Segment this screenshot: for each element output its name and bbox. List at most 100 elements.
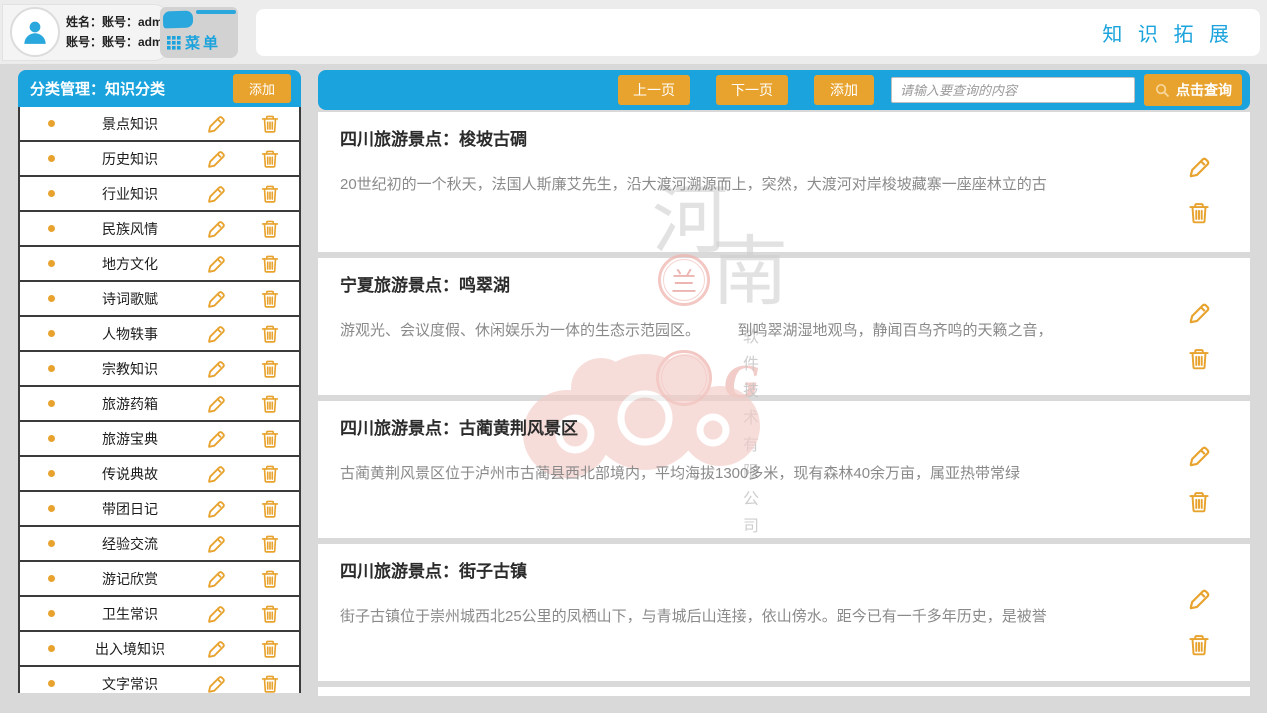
- delete-icon[interactable]: [259, 673, 281, 694]
- category-label[interactable]: 历史知识: [55, 149, 205, 169]
- category-label[interactable]: 宗教知识: [55, 359, 205, 379]
- category-row: 人物轶事: [20, 317, 299, 352]
- category-label[interactable]: 带团日记: [55, 499, 205, 519]
- edit-icon[interactable]: [205, 253, 227, 275]
- edit-icon[interactable]: [205, 498, 227, 520]
- bullet-icon: [48, 120, 55, 127]
- delete-icon[interactable]: [259, 323, 281, 345]
- category-row: 历史知识: [20, 142, 299, 177]
- search-button-label: 点击查询: [1176, 80, 1232, 100]
- edit-icon[interactable]: [1186, 443, 1212, 469]
- category-row: 带团日记: [20, 492, 299, 527]
- edit-icon[interactable]: [1186, 154, 1212, 180]
- category-panel-title: 分类管理：知识分类: [30, 78, 233, 99]
- delete-icon[interactable]: [1186, 200, 1212, 226]
- bullet-icon: [48, 540, 55, 547]
- user-account-line: 账号：账号：admin: [66, 32, 173, 52]
- edit-icon[interactable]: [1186, 300, 1212, 326]
- delete-icon[interactable]: [259, 148, 281, 170]
- edit-icon[interactable]: [205, 113, 227, 135]
- bullet-icon: [48, 365, 55, 372]
- search-input[interactable]: [891, 77, 1135, 103]
- category-label[interactable]: 旅游宝典: [55, 429, 205, 449]
- user-avatar[interactable]: [10, 7, 60, 57]
- edit-icon[interactable]: [205, 358, 227, 380]
- delete-icon[interactable]: [259, 288, 281, 310]
- top-header: 姓名：账号：admin 账号：账号：admin 菜单 知 识 拓 展: [0, 0, 1267, 64]
- delete-icon[interactable]: [259, 533, 281, 555]
- delete-icon[interactable]: [259, 498, 281, 520]
- category-label[interactable]: 地方文化: [55, 254, 205, 274]
- delete-icon[interactable]: [259, 463, 281, 485]
- page-title: 知 识 拓 展: [1102, 18, 1234, 47]
- delete-icon[interactable]: [259, 428, 281, 450]
- edit-icon[interactable]: [205, 218, 227, 240]
- edit-icon[interactable]: [205, 323, 227, 345]
- edit-icon[interactable]: [205, 463, 227, 485]
- category-label[interactable]: 民族风情: [55, 219, 205, 239]
- title-bar: 知 识 拓 展: [256, 9, 1260, 56]
- delete-icon[interactable]: [259, 603, 281, 625]
- edit-icon[interactable]: [205, 183, 227, 205]
- menu-tab-line: [196, 10, 236, 14]
- grid-menu-icon: [167, 36, 181, 50]
- article-title: 四川旅游景点：梭坡古碉: [340, 125, 527, 150]
- category-label[interactable]: 游记欣赏: [55, 569, 205, 589]
- category-row: 地方文化: [20, 247, 299, 282]
- category-label[interactable]: 人物轶事: [55, 324, 205, 344]
- edit-icon[interactable]: [205, 428, 227, 450]
- edit-icon[interactable]: [205, 638, 227, 660]
- category-label[interactable]: 传说典故: [55, 464, 205, 484]
- edit-icon[interactable]: [205, 533, 227, 555]
- delete-icon[interactable]: [259, 393, 281, 415]
- article-excerpt: 游观光、会议度假、休闲娱乐为一体的生态示范园区。 到鸣翠湖湿地观鸟，静闻百鸟齐鸣…: [340, 320, 1140, 342]
- article-title: 四川旅游景点：街子古镇: [340, 557, 527, 582]
- edit-icon[interactable]: [205, 148, 227, 170]
- edit-icon[interactable]: [205, 288, 227, 310]
- category-label[interactable]: 景点知识: [55, 114, 205, 134]
- bullet-icon: [48, 190, 55, 197]
- search-button[interactable]: 点击查询: [1144, 74, 1242, 106]
- category-row: 旅游宝典: [20, 422, 299, 457]
- delete-icon[interactable]: [1186, 489, 1212, 515]
- delete-icon[interactable]: [259, 113, 281, 135]
- prev-page-button[interactable]: 上一页: [618, 75, 690, 105]
- category-row: 出入境知识: [20, 632, 299, 667]
- edit-icon[interactable]: [205, 673, 227, 694]
- category-label[interactable]: 经验交流: [55, 534, 205, 554]
- category-list: 景点知识 历史知识 行业知识 民族风情: [18, 107, 301, 693]
- category-label[interactable]: 诗词歌赋: [55, 289, 205, 309]
- add-category-button[interactable]: 添加: [233, 74, 291, 103]
- bullet-icon: [48, 295, 55, 302]
- category-row: 民族风情: [20, 212, 299, 247]
- delete-icon[interactable]: [259, 568, 281, 590]
- category-label[interactable]: 出入境知识: [55, 639, 205, 659]
- delete-icon[interactable]: [1186, 346, 1212, 372]
- category-label[interactable]: 行业知识: [55, 184, 205, 204]
- delete-icon[interactable]: [259, 638, 281, 660]
- edit-icon[interactable]: [1186, 586, 1212, 612]
- menu-button[interactable]: 菜单: [167, 32, 221, 53]
- category-label[interactable]: 卫生常识: [55, 604, 205, 624]
- edit-icon[interactable]: [205, 568, 227, 590]
- bullet-icon: [48, 225, 55, 232]
- delete-icon[interactable]: [259, 358, 281, 380]
- menu-tab-accent: [163, 10, 194, 28]
- article-excerpt: 20世纪初的一个秋天，法国人斯廉艾先生，沿大渡河溯源而上，突然，大渡河对岸梭坡藏…: [340, 174, 1140, 196]
- delete-icon[interactable]: [259, 183, 281, 205]
- category-row: 传说典故: [20, 457, 299, 492]
- category-label[interactable]: 旅游药箱: [55, 394, 205, 414]
- next-page-button[interactable]: 下一页: [716, 75, 788, 105]
- add-knowledge-button[interactable]: 添加: [814, 75, 874, 105]
- category-row: 旅游药箱: [20, 387, 299, 422]
- category-row: 游记欣赏: [20, 562, 299, 597]
- bullet-icon: [48, 680, 55, 687]
- article-title: 四川旅游景点：古蔺黄荆风景区: [340, 414, 578, 439]
- edit-icon[interactable]: [205, 393, 227, 415]
- category-row: 宗教知识: [20, 352, 299, 387]
- edit-icon[interactable]: [205, 603, 227, 625]
- category-label[interactable]: 文字常识: [55, 674, 205, 694]
- delete-icon[interactable]: [1186, 632, 1212, 658]
- delete-icon[interactable]: [259, 253, 281, 275]
- delete-icon[interactable]: [259, 218, 281, 240]
